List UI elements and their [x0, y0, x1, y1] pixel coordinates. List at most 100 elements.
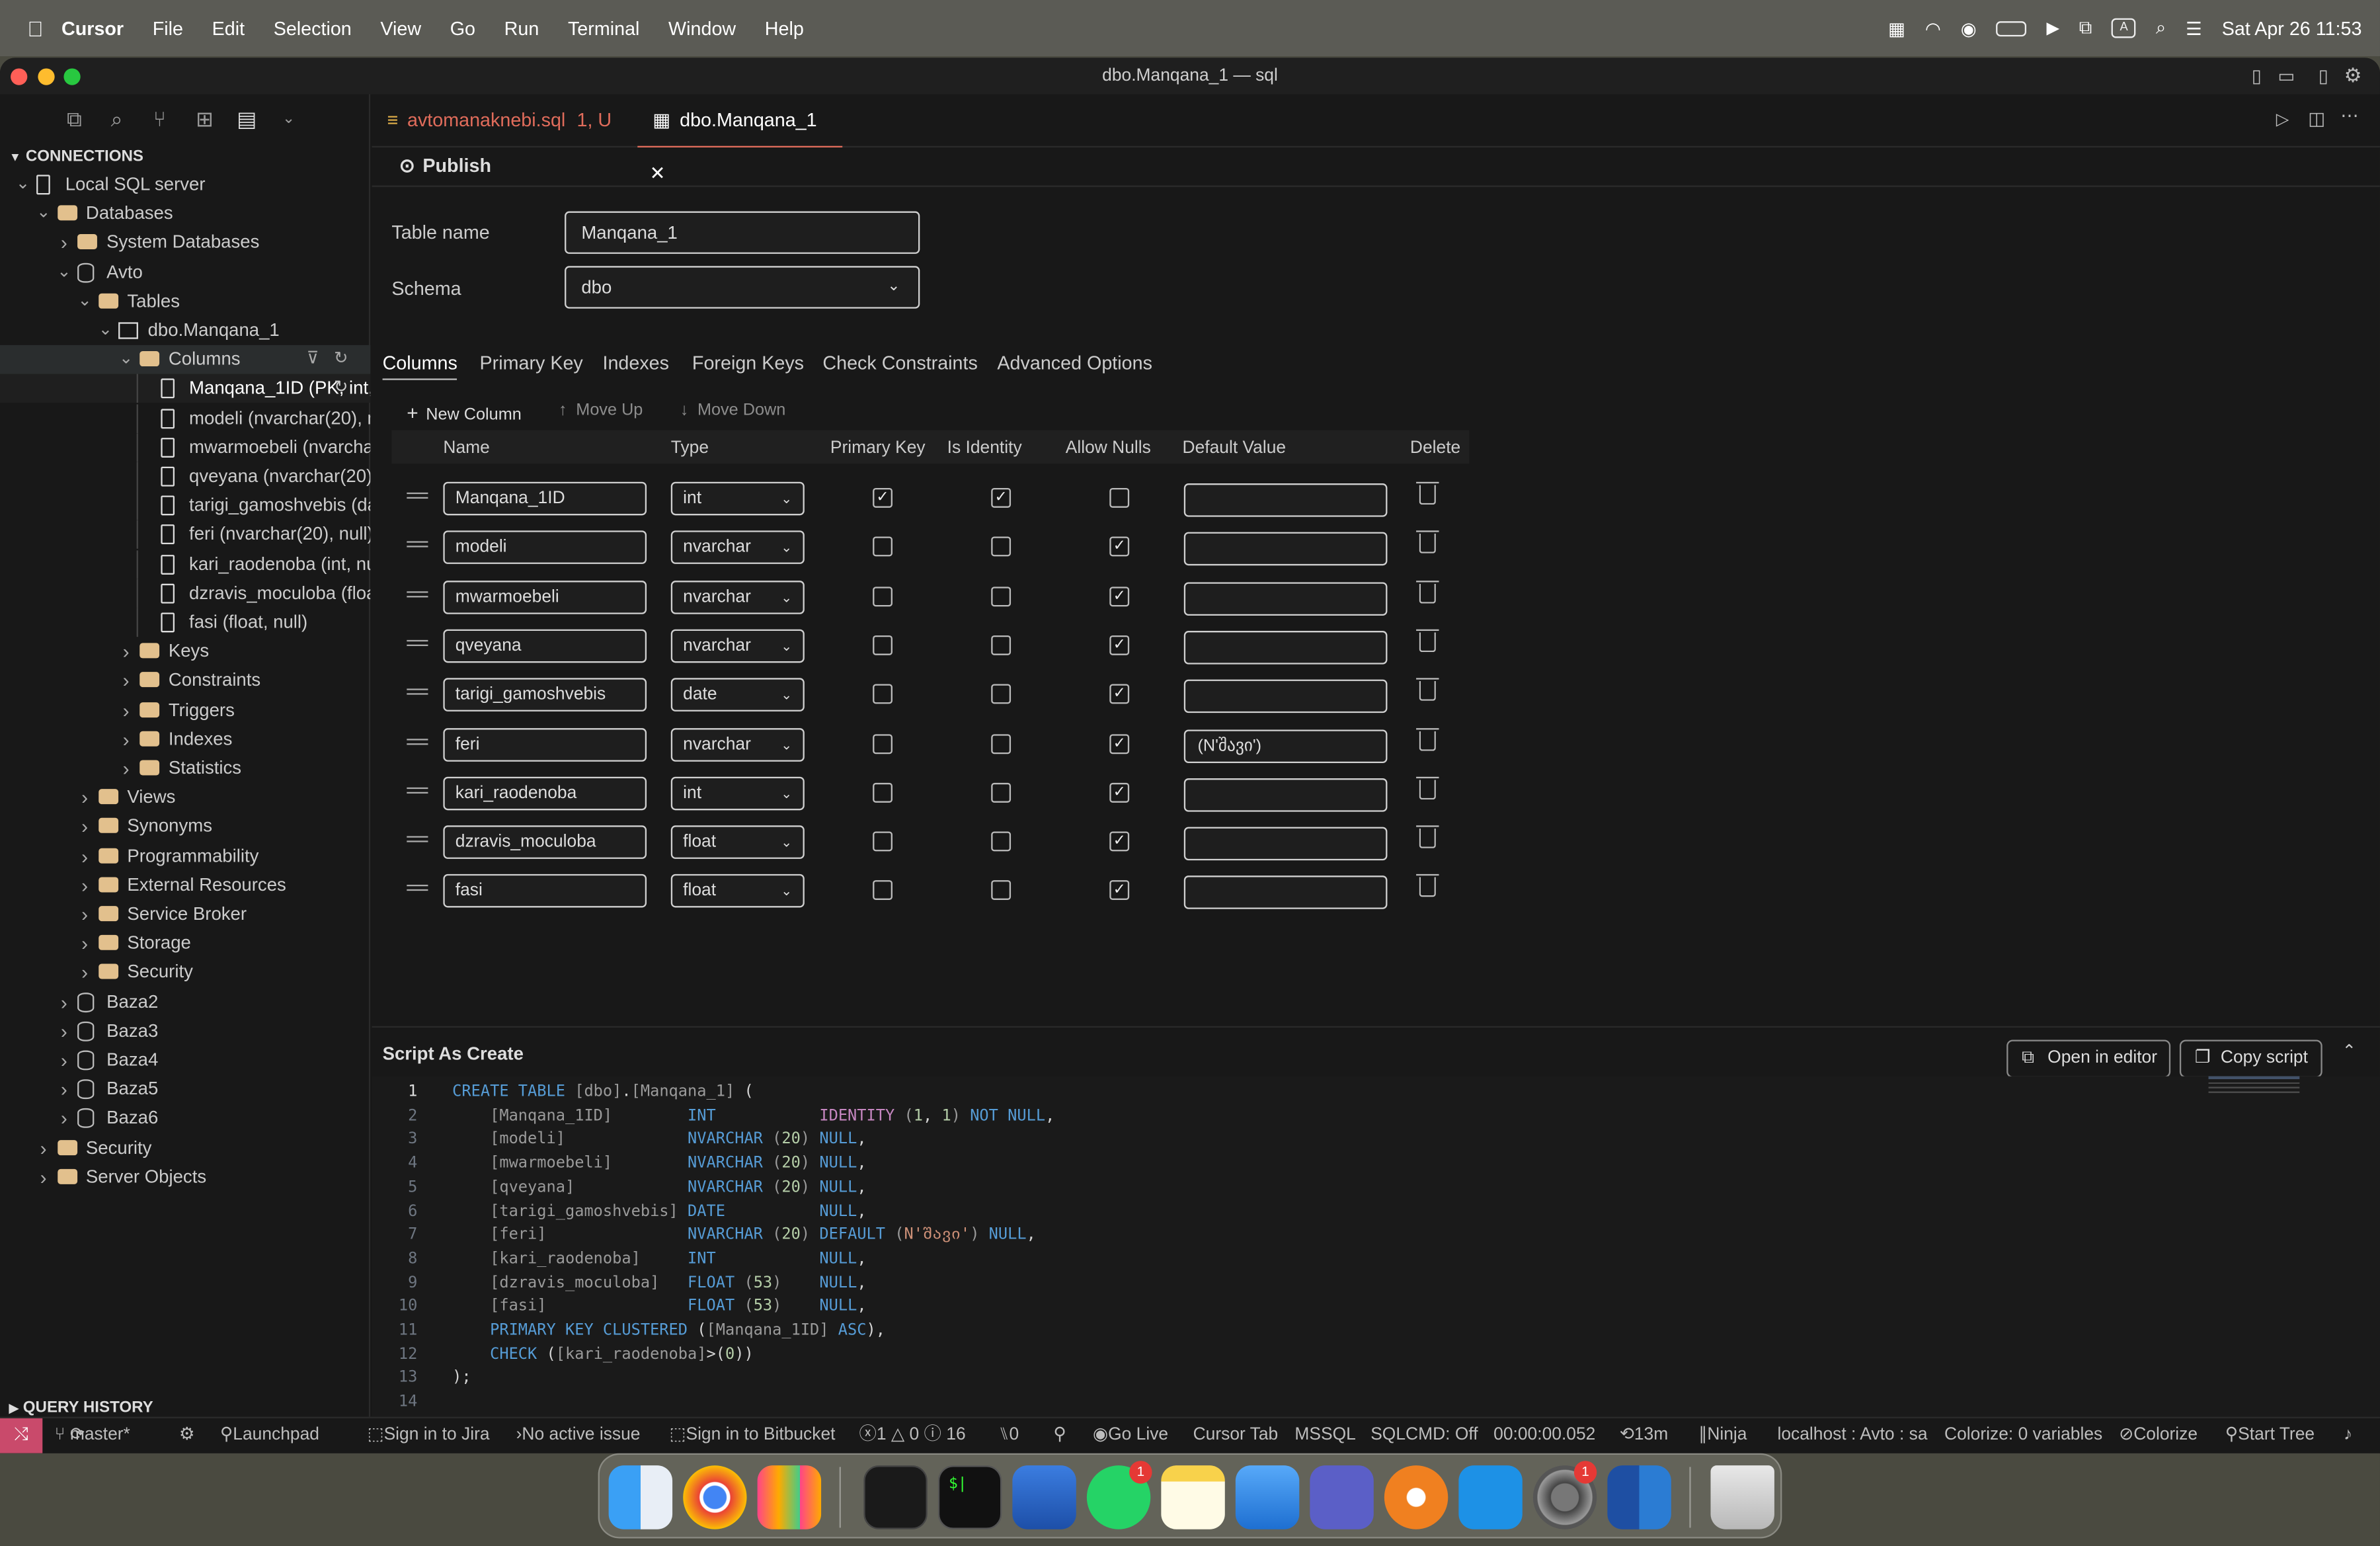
trash-icon[interactable]: [1416, 678, 1439, 702]
menu-selection[interactable]: Selection: [274, 17, 352, 38]
primary-key-checkbox[interactable]: [873, 635, 892, 655]
is-identity-checkbox[interactable]: [991, 880, 1012, 901]
default-value-input[interactable]: [1183, 630, 1388, 665]
more-actions-icon[interactable]: ⋯: [2340, 105, 2359, 126]
notes-icon[interactable]: [1161, 1465, 1225, 1529]
menubar-clock[interactable]: Sat Apr 26 11:53: [2222, 17, 2362, 38]
default-value-input[interactable]: [1183, 581, 1388, 616]
allow-nulls-checkbox[interactable]: ✓: [1109, 635, 1130, 655]
apple-icon[interactable]: : [27, 16, 43, 40]
xcode-icon[interactable]: [1235, 1465, 1300, 1529]
menu-go[interactable]: Go: [450, 17, 475, 38]
column-type-select[interactable]: nvarchar ⌄: [670, 629, 805, 663]
vpn-app-icon[interactable]: [1384, 1465, 1448, 1529]
trash-icon[interactable]: [1416, 776, 1439, 799]
drag-handle-icon[interactable]: [407, 590, 428, 597]
screen-mirroring-icon[interactable]: ⧉: [2079, 17, 2092, 39]
allow-nulls-checkbox[interactable]: ✓: [1109, 684, 1130, 704]
sqlcmd-item[interactable]: SQLCMD: Off: [1370, 1418, 1478, 1453]
vpn-status-icon[interactable]: ◉: [1961, 17, 1977, 38]
colorize-item[interactable]: ⊘ Colorize: [2119, 1418, 2198, 1453]
launchpad-icon[interactable]: [757, 1465, 822, 1529]
column-name-input[interactable]: qveyana: [443, 629, 647, 663]
colorize-variables-item[interactable]: Colorize: 0 variables: [1944, 1418, 2102, 1453]
primary-key-checkbox[interactable]: [873, 586, 892, 606]
drag-handle-icon[interactable]: [407, 738, 428, 745]
allow-nulls-checkbox[interactable]: ✓: [1109, 782, 1130, 803]
drag-handle-icon[interactable]: [407, 542, 428, 548]
chevron-right-icon[interactable]: ›: [56, 987, 71, 1016]
connection-item[interactable]: localhost : Avto : sa: [1777, 1418, 1927, 1453]
input-source-icon[interactable]: A: [2112, 18, 2137, 38]
default-value-input[interactable]: [1183, 532, 1388, 566]
notifications-bell-icon[interactable]: ♪: [2344, 1418, 2352, 1453]
menu-edit[interactable]: Edit: [212, 17, 245, 38]
finder-icon[interactable]: [608, 1465, 673, 1529]
allow-nulls-checkbox[interactable]: ✓: [1109, 586, 1130, 606]
default-value-input[interactable]: [1183, 680, 1388, 713]
script-code-view[interactable]: 1 CREATE TABLE [dbo].[Manqana_1] (2 [Manq…: [372, 1076, 2380, 1418]
trash-icon[interactable]: [1416, 580, 1439, 603]
menu-help[interactable]: Help: [765, 17, 804, 38]
trash-icon[interactable]: [1416, 481, 1439, 505]
menu-app-name[interactable]: Cursor: [61, 17, 124, 38]
chevron-right-icon[interactable]: ›: [56, 1016, 71, 1045]
tree-item[interactable]: › Baza3: [0, 1016, 370, 1045]
toggle-secondary-sidebar-icon[interactable]: ▯: [2319, 58, 2328, 94]
play-status-icon[interactable]: ▶: [2046, 19, 2059, 38]
primary-key-checkbox[interactable]: [873, 684, 892, 704]
tree-item[interactable]: › Baza4: [0, 1046, 370, 1075]
sync-icon[interactable]: ⚙: [179, 1418, 195, 1453]
primary-key-checkbox[interactable]: ✓: [873, 487, 892, 508]
column-name-input[interactable]: fasi: [443, 874, 647, 909]
tree-item[interactable]: › Baza6: [0, 1104, 370, 1133]
primary-key-checkbox[interactable]: [873, 733, 892, 754]
column-name-input[interactable]: Manqana_1ID: [443, 481, 647, 516]
allow-nulls-checkbox[interactable]: ✓: [1109, 831, 1130, 852]
go-live-button[interactable]: ◉ Go Live: [1093, 1418, 1168, 1453]
column-type-select[interactable]: nvarchar ⌄: [670, 580, 805, 614]
teams-icon[interactable]: [1310, 1465, 1374, 1529]
column-name-input[interactable]: feri: [443, 727, 647, 761]
collapse-panel-chevron-icon[interactable]: ⌃: [2342, 1041, 2356, 1061]
toggle-panel-icon[interactable]: ▭: [2278, 58, 2295, 94]
menu-file[interactable]: File: [153, 17, 183, 38]
drag-handle-icon[interactable]: [407, 787, 428, 793]
bitbucket-item[interactable]: ⬚ Sign in to Bitbucket: [669, 1418, 835, 1453]
launchpad-item[interactable]: ⚲ Launchpad: [220, 1418, 319, 1453]
column-type-select[interactable]: float ⌄: [670, 825, 805, 860]
trash-icon[interactable]: [1416, 825, 1439, 849]
chevron-right-icon[interactable]: ›: [56, 1104, 71, 1133]
instruments-icon[interactable]: [1012, 1465, 1076, 1529]
issue-item[interactable]: › No active issue: [516, 1418, 641, 1453]
is-identity-checkbox[interactable]: ✓: [991, 487, 1012, 508]
primary-key-checkbox[interactable]: [873, 537, 892, 557]
menu-view[interactable]: View: [380, 17, 421, 38]
is-identity-checkbox[interactable]: [991, 782, 1012, 803]
docker-icon[interactable]: [1458, 1465, 1523, 1529]
is-identity-checkbox[interactable]: [991, 537, 1012, 557]
tree-item[interactable]: › Baza2: [0, 987, 370, 1016]
column-name-input[interactable]: tarigi_gamoshvebis: [443, 678, 647, 712]
tree-item[interactable]: › Baza5: [0, 1075, 370, 1104]
run-icon[interactable]: ▷: [2276, 110, 2289, 130]
trash-icon[interactable]: [1710, 1465, 1774, 1529]
branch-indicator[interactable]: ⑂ master* ⟳: [55, 1418, 130, 1453]
docker-status-icon[interactable]: ▦: [1888, 17, 1905, 38]
is-identity-checkbox[interactable]: [991, 586, 1012, 606]
mssql-item[interactable]: MSSQL: [1294, 1418, 1355, 1453]
default-value-input[interactable]: [1183, 876, 1388, 910]
is-identity-checkbox[interactable]: [991, 733, 1012, 754]
drag-handle-icon[interactable]: [407, 492, 428, 499]
copy-script-button[interactable]: ❐ Copy script: [2179, 1039, 2322, 1078]
default-value-input[interactable]: [1183, 483, 1388, 517]
default-value-input[interactable]: (N'შავი'): [1183, 729, 1388, 762]
chevron-right-icon[interactable]: ›: [36, 1162, 51, 1192]
primary-key-checkbox[interactable]: [873, 880, 892, 901]
allow-nulls-checkbox[interactable]: ✓: [1109, 880, 1130, 901]
minimap[interactable]: [2208, 1076, 2300, 1107]
toggle-primary-sidebar-icon[interactable]: ▯: [2252, 58, 2262, 94]
ports-item[interactable]: ⑊ 0: [999, 1418, 1019, 1453]
drag-handle-icon[interactable]: [407, 836, 428, 842]
is-identity-checkbox[interactable]: [991, 684, 1012, 704]
